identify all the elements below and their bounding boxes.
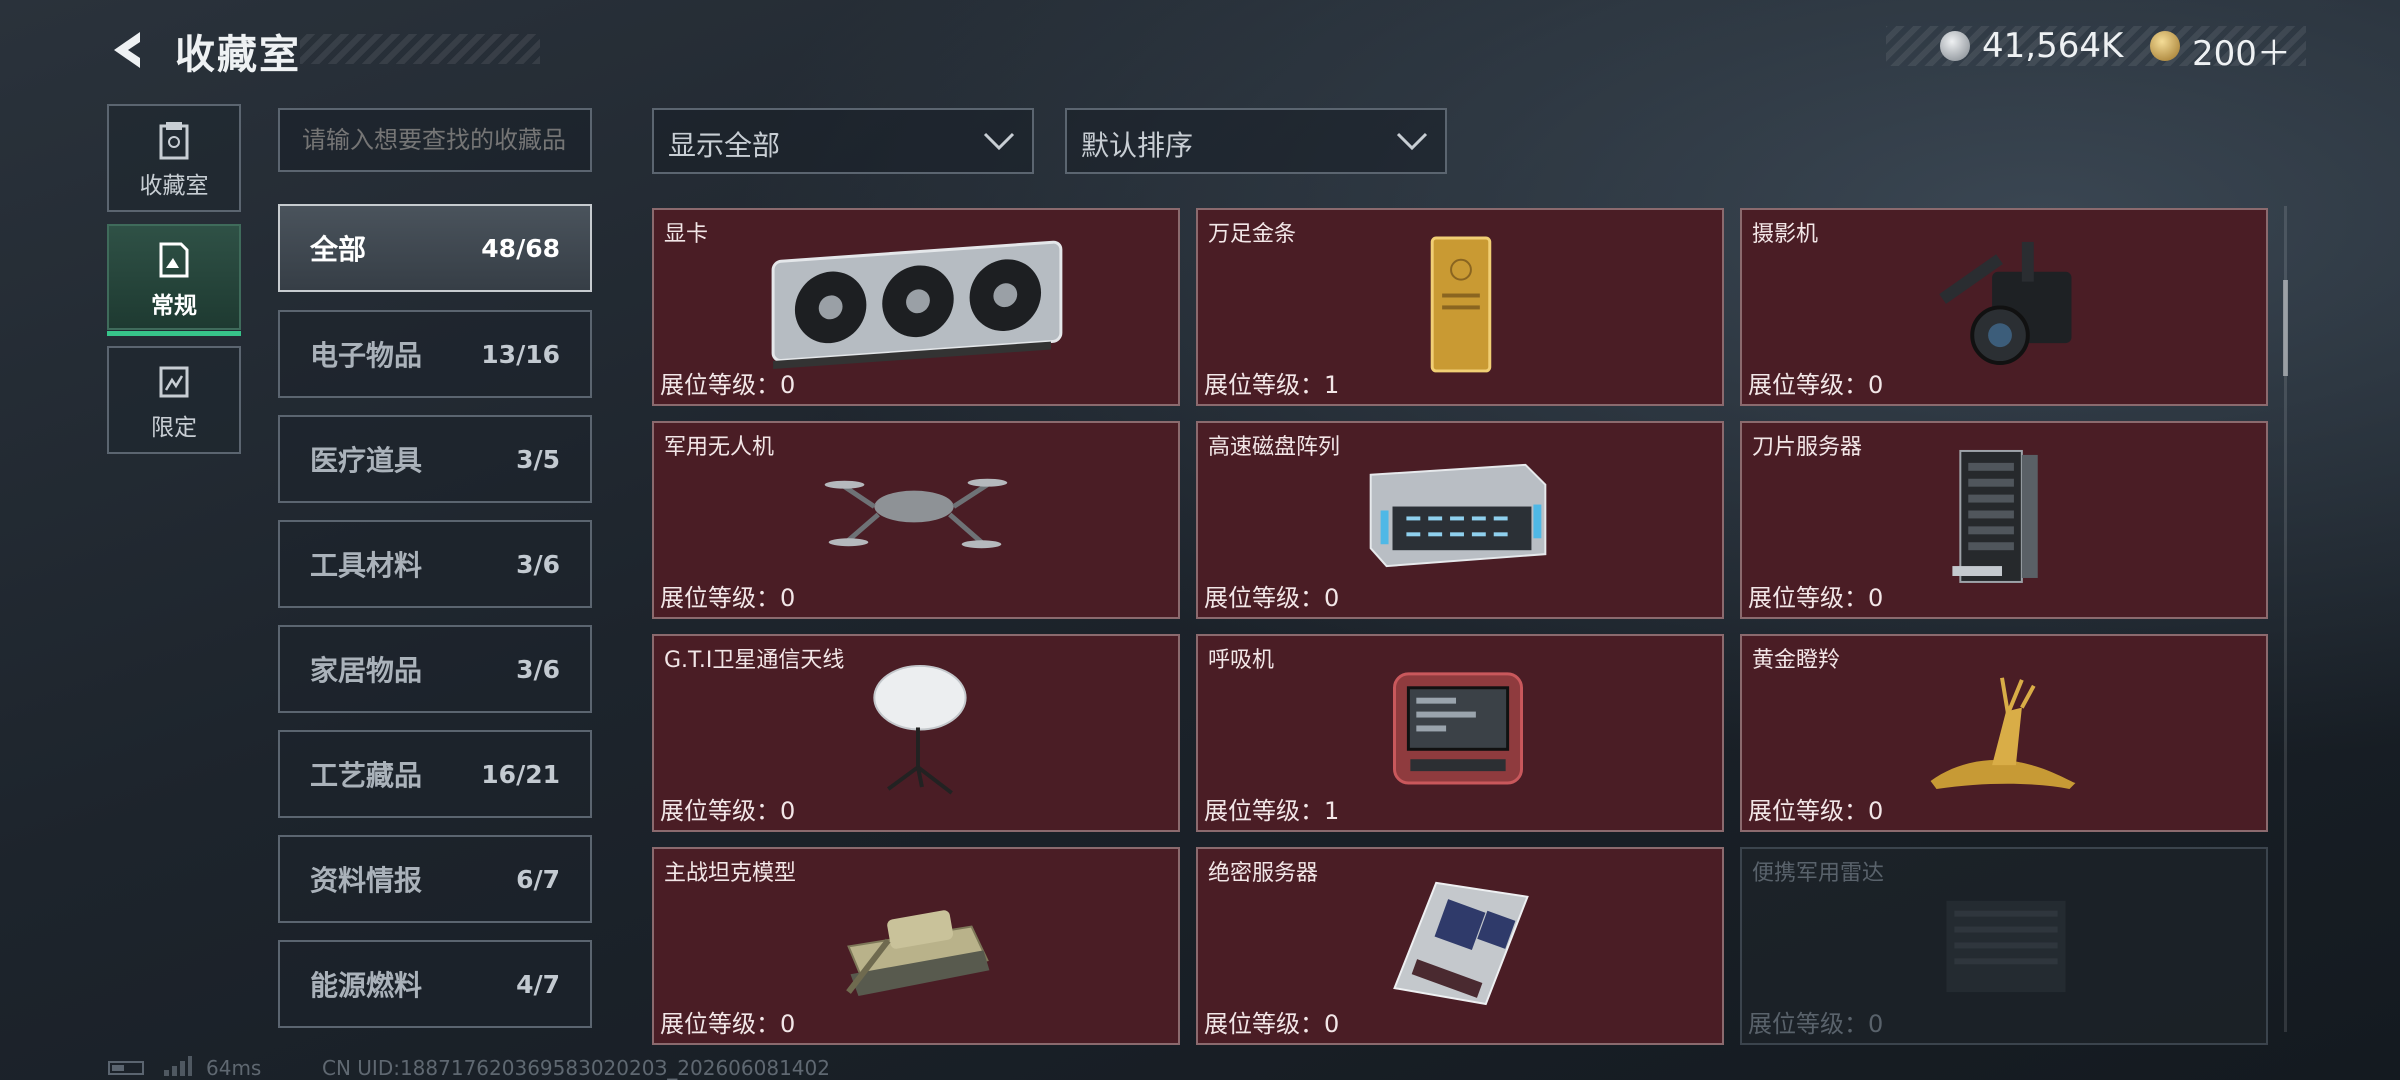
gold-bar-icon [1430, 236, 1492, 373]
display-filter-dropdown[interactable]: 显示全部 [652, 108, 1034, 174]
limited-icon [159, 366, 189, 398]
category-medical[interactable]: 医疗道具 3/5 [278, 415, 592, 503]
category-name: 工具材料 [310, 549, 423, 582]
category-name: 医疗道具 [310, 444, 423, 477]
category-count: 6/7 [516, 864, 560, 894]
signal-icon [164, 1056, 192, 1076]
item-card-portable-radar[interactable]: 便携军用雷达 展位等级：0 [1740, 847, 2268, 1045]
gold-coin-icon [2150, 31, 2180, 61]
item-card-ventilator[interactable]: 呼吸机 展位等级：1 [1196, 634, 1724, 832]
back-arrow-icon[interactable] [106, 28, 150, 72]
category-name: 家居物品 [310, 654, 423, 687]
nav-regular[interactable]: 常规 [107, 224, 241, 336]
tank-model-icon [846, 910, 990, 997]
silver-coin-icon [1940, 31, 1970, 61]
satellite-dish-icon [873, 664, 967, 795]
item-card-golden-gazelle[interactable]: 黄金瞪羚 展位等级：0 [1740, 634, 2268, 832]
category-all[interactable]: 全部 48/68 [278, 204, 592, 292]
item-card-satellite-antenna[interactable]: G.T.I卫星通信天线 展位等级：0 [652, 634, 1180, 832]
secret-server-icon [1393, 881, 1529, 1006]
item-level: 展位等级：0 [1748, 797, 1884, 825]
category-tools[interactable]: 工具材料 3/6 [278, 520, 592, 608]
nav-limited[interactable]: 限定 [107, 346, 241, 454]
display-filter-value: 显示全部 [668, 129, 781, 162]
item-level: 展位等级：0 [1748, 371, 1884, 399]
disk-array-icon [1369, 463, 1547, 568]
regular-icon [159, 242, 189, 278]
item-card-graphics-card[interactable]: 显卡 展位等级：0 [652, 208, 1180, 406]
radar-icon [1946, 900, 2066, 993]
blade-server-icon [1952, 449, 2038, 583]
category-count: 13/16 [481, 339, 560, 369]
category-count: 48/68 [481, 233, 560, 263]
grid-scrollbar-thumb[interactable] [2283, 280, 2288, 376]
category-name: 全部 [310, 233, 367, 266]
category-count: 3/6 [516, 549, 560, 579]
page-title: 收藏室 [175, 32, 301, 78]
currency-bar: 41,564K 200＋ [1886, 26, 2306, 74]
item-level: 展位等级：0 [1748, 1010, 1884, 1038]
drone-icon [824, 478, 1008, 549]
sort-value: 默认排序 [1081, 129, 1194, 162]
category-name: 工艺藏品 [310, 759, 423, 792]
sort-dropdown[interactable]: 默认排序 [1065, 108, 1447, 174]
item-level: 展位等级：1 [1204, 371, 1340, 399]
golden-gazelle-icon [1930, 677, 2076, 789]
item-card-gold-bar[interactable]: 万足金条 展位等级：1 [1196, 208, 1724, 406]
item-card-blade-server[interactable]: 刀片服务器 展位等级：0 [1740, 421, 2268, 619]
item-level: 展位等级：0 [1204, 584, 1340, 612]
category-crafts[interactable]: 工艺藏品 16/21 [278, 730, 592, 818]
category-intel[interactable]: 资料情报 6/7 [278, 835, 592, 923]
item-level: 展位等级：0 [660, 371, 796, 399]
nav-label: 限定 [151, 415, 197, 441]
item-card-tank-model[interactable]: 主战坦克模型 展位等级：0 [652, 847, 1180, 1045]
item-card-drone[interactable]: 军用无人机 展位等级：0 [652, 421, 1180, 619]
item-card-disk-array[interactable]: 高速磁盘阵列 展位等级：0 [1196, 421, 1724, 619]
uid-text: CN UID:18871762036958302020З_20260608140… [322, 1056, 830, 1080]
nav-collection-room[interactable]: 收藏室 [107, 104, 241, 212]
item-level: 展位等级：0 [1204, 1010, 1340, 1038]
item-level: 展位等级：0 [660, 797, 796, 825]
nav-label: 收藏室 [139, 173, 209, 199]
category-name: 能源燃料 [310, 969, 423, 1002]
title-decoration [300, 34, 540, 64]
video-camera-icon [1939, 241, 2072, 365]
item-card-secret-server[interactable]: 绝密服务器 展位等级：0 [1196, 847, 1724, 1045]
item-level: 展位等级：0 [1748, 584, 1884, 612]
category-count: 4/7 [516, 969, 560, 999]
category-energy[interactable]: 能源燃料 4/7 [278, 940, 592, 1028]
category-count: 3/6 [516, 654, 560, 684]
category-household[interactable]: 家居物品 3/6 [278, 625, 592, 713]
category-count: 3/5 [516, 444, 560, 474]
nav-label: 常规 [151, 293, 197, 319]
ping-text: 64ms [206, 1056, 262, 1080]
ventilator-icon [1393, 672, 1524, 785]
chevron-down-icon [1396, 132, 1428, 151]
battery-icon [108, 1061, 144, 1075]
item-level: 展位等级：0 [660, 1010, 796, 1038]
category-name: 资料情报 [310, 864, 423, 897]
search-input[interactable] [278, 108, 592, 172]
gold-amount: 200＋ [2192, 34, 2291, 74]
category-count: 16/21 [481, 759, 560, 789]
active-indicator [107, 331, 241, 336]
silver-amount: 41,564K [1982, 26, 2124, 66]
chevron-down-icon [983, 132, 1015, 151]
graphics-card-icon [771, 240, 1063, 369]
item-card-camera[interactable]: 摄影机 展位等级：0 [1740, 208, 2268, 406]
category-name: 电子物品 [310, 339, 423, 372]
category-electronics[interactable]: 电子物品 13/16 [278, 310, 592, 398]
item-level: 展位等级：0 [660, 584, 796, 612]
collection-room-icon [159, 122, 189, 160]
item-level: 展位等级：1 [1204, 797, 1340, 825]
